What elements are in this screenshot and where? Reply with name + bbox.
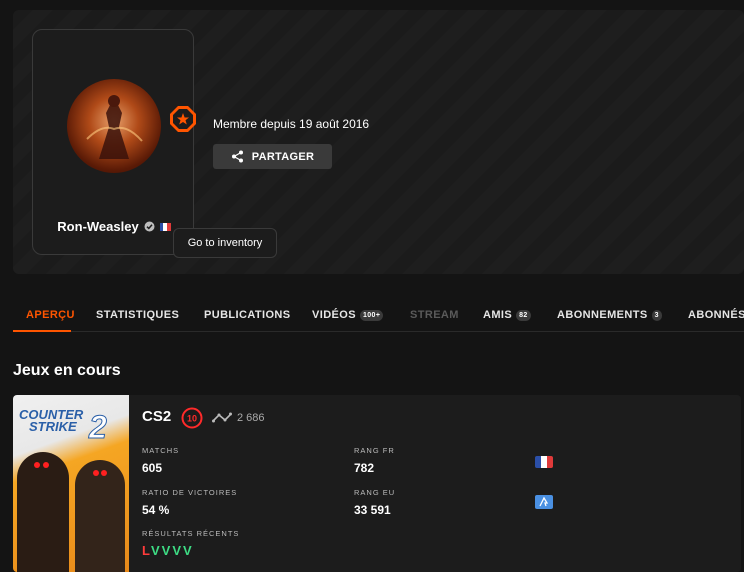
game-card-cs2[interactable]: COUNTER STRIKE 2 CS2 10 2 686 MATCHS 605… (13, 395, 741, 572)
share-button[interactable]: PARTAGER (213, 144, 332, 169)
tab-statistiques[interactable]: STATISTIQUES (96, 309, 179, 321)
friends-count-badge: 82 (516, 309, 531, 321)
game-cover: COUNTER STRIKE 2 (13, 395, 129, 572)
avatar-art-icon (86, 95, 143, 159)
tab-apercu[interactable]: APERÇU (26, 309, 75, 321)
subscriptions-count-badge: 3 (651, 309, 662, 321)
recent-results-label: RÉSULTATS RÉCENTS (142, 529, 240, 538)
active-tab-underline (13, 330, 71, 332)
winrate-value: 54 % (142, 503, 170, 517)
share-icon (231, 150, 243, 163)
elo-trend-icon (212, 412, 232, 423)
result-item: V (150, 543, 162, 558)
avatar[interactable] (67, 79, 161, 173)
result-item: V (172, 543, 183, 558)
verified-icon (144, 221, 155, 232)
france-flag-icon (535, 456, 553, 468)
skill-level-icon: 10 (181, 407, 203, 429)
tab-videos[interactable]: VIDÉOS 100+ (312, 309, 384, 321)
tab-amis[interactable]: AMIS 82 (483, 309, 531, 321)
tab-abonnes[interactable]: ABONNÉS (688, 309, 744, 321)
nickname-row: Ron-Weasley (33, 219, 195, 234)
rank-fr-value: 782 (354, 461, 375, 475)
france-flag-icon (159, 222, 171, 231)
inventory-tooltip: Go to inventory (173, 228, 277, 258)
share-label: PARTAGER (251, 150, 315, 163)
videos-count-badge: 100+ (359, 309, 384, 321)
europe-region-icon (535, 495, 553, 509)
section-title: Jeux en cours (13, 362, 121, 379)
tab-publications[interactable]: PUBLICATIONS (204, 309, 290, 321)
nickname: Ron-Weasley (57, 219, 139, 234)
recent-results: LVVVV (142, 543, 194, 558)
result-item: L (142, 543, 151, 558)
elo-value: 2 686 (237, 412, 265, 424)
member-since: Membre depuis 19 août 2016 (213, 117, 370, 131)
rank-fr-label: RANG FR (354, 446, 395, 455)
tab-abonnements[interactable]: ABONNEMENTS 3 (557, 309, 662, 321)
result-item: V (161, 543, 173, 558)
profile-tabs: APERÇU STATISTIQUES PUBLICATIONS VIDÉOS 1… (13, 300, 744, 332)
night-vision-eyes-icon (34, 462, 107, 476)
rank-eu-value: 33 591 (354, 503, 391, 517)
matches-label: MATCHS (142, 446, 180, 455)
matches-value: 605 (142, 461, 163, 475)
winrate-label: RATIO DE VICTOIRES (142, 488, 238, 497)
result-item: V (183, 543, 194, 558)
tab-stream: STREAM (410, 309, 459, 321)
level-badge-icon (170, 106, 196, 132)
svg-text:10: 10 (187, 414, 197, 424)
rank-eu-label: RANG EU (354, 488, 396, 497)
game-name: CS2 (142, 408, 172, 425)
profile-card: Ron-Weasley (32, 29, 196, 255)
